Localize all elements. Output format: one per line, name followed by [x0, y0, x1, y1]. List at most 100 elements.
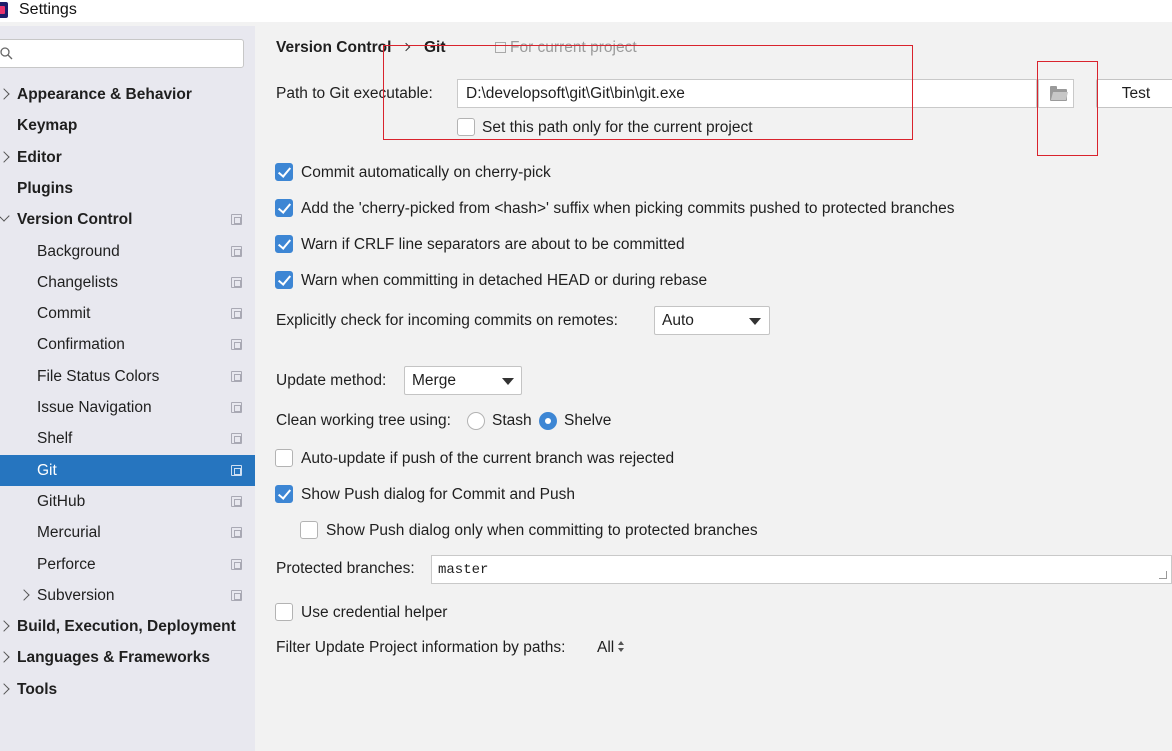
sidebar-item-plugins[interactable]: Plugins	[0, 173, 255, 204]
option-label: Warn if CRLF line separators are about t…	[301, 236, 685, 253]
sidebar-item-git[interactable]: Git	[0, 455, 255, 486]
shelve-radio[interactable]	[539, 412, 557, 430]
chevron-down-icon[interactable]	[0, 210, 10, 222]
breadcrumb-chevron-icon	[401, 42, 411, 52]
sidebar-item-keymap[interactable]: Keymap	[0, 110, 255, 141]
chevron-right-icon[interactable]	[0, 651, 10, 663]
option-checkbox[interactable]	[275, 271, 293, 289]
credential-helper-checkbox[interactable]	[275, 603, 293, 621]
sidebar-item-label: GitHub	[37, 493, 86, 510]
sidebar-item-label: Background	[37, 243, 120, 260]
sidebar-item-shelf[interactable]: Shelf	[0, 423, 255, 454]
project-scope-icon	[231, 371, 242, 382]
browse-button[interactable]	[1038, 79, 1074, 108]
project-scope-icon	[231, 527, 242, 538]
scope-label: For current project	[495, 39, 637, 57]
sidebar-item-label: Tools	[17, 681, 58, 698]
filter-paths-value: All	[597, 639, 615, 656]
auto-update-checkbox[interactable]	[275, 449, 293, 467]
sidebar-item-file-status-colors[interactable]: File Status Colors	[0, 361, 255, 392]
updown-icon	[617, 641, 625, 653]
sidebar-item-label: Confirmation	[37, 336, 125, 353]
option-label: Warn when committing in detached HEAD or…	[301, 272, 708, 289]
sidebar-item-changelists[interactable]: Changelists	[0, 267, 255, 298]
title-bar: Settings	[0, 0, 1172, 22]
breadcrumb-parent[interactable]: Version Control	[276, 39, 391, 57]
expand-icon[interactable]	[1159, 571, 1167, 579]
app-logo-icon	[0, 2, 8, 18]
scope-text: For current project	[510, 39, 637, 56]
sidebar-item-label: Build, Execution, Deployment	[17, 618, 236, 635]
chevron-right-icon[interactable]	[0, 88, 10, 100]
option-checkbox[interactable]	[275, 199, 293, 217]
sidebar-item-label: Keymap	[17, 117, 78, 134]
sidebar-item-label: Subversion	[37, 587, 115, 604]
sidebar-item-label: Editor	[17, 149, 62, 166]
sidebar-item-editor[interactable]: Editor	[0, 142, 255, 173]
project-scope-icon	[231, 559, 242, 570]
test-button[interactable]: Test	[1096, 79, 1172, 108]
option-label: Add the 'cherry-picked from <hash>' suff…	[301, 200, 955, 217]
project-scope-icon	[231, 277, 242, 288]
project-scope-icon	[231, 433, 242, 444]
path-only-current-checkbox[interactable]	[457, 118, 475, 136]
project-scope-icon	[231, 308, 242, 319]
sidebar-item-label: File Status Colors	[37, 368, 160, 385]
sidebar-item-label: Shelf	[37, 430, 73, 447]
show-push-label: Show Push dialog for Commit and Push	[301, 486, 575, 503]
sidebar-item-build-execution-deployment[interactable]: Build, Execution, Deployment	[0, 611, 255, 642]
stash-label: Stash	[492, 412, 532, 429]
chevron-right-icon[interactable]	[18, 589, 30, 601]
sidebar-item-subversion[interactable]: Subversion	[0, 580, 255, 611]
option-checkbox[interactable]	[275, 235, 293, 253]
sidebar-item-label: Languages & Frameworks	[17, 649, 210, 666]
sidebar-item-background[interactable]: Background	[0, 236, 255, 267]
protected-branches-value: master	[438, 562, 489, 578]
clean-tree-label: Clean working tree using:	[276, 412, 451, 429]
sidebar-item-issue-navigation[interactable]: Issue Navigation	[0, 392, 255, 423]
project-scope-icon	[495, 42, 506, 53]
auto-update-label: Auto-update if push of the current branc…	[301, 450, 675, 467]
sidebar-item-languages-frameworks[interactable]: Languages & Frameworks	[0, 642, 255, 673]
sidebar-item-appearance-behavior[interactable]: Appearance & Behavior	[0, 79, 255, 110]
protected-branches-label: Protected branches:	[276, 560, 415, 577]
update-method-label: Update method:	[276, 372, 387, 389]
git-path-input[interactable]: D:\developsoft\git\Git\bin\git.exe	[457, 79, 1037, 108]
incoming-commits-label: Explicitly check for incoming commits on…	[276, 312, 618, 329]
sidebar-item-label: Commit	[37, 305, 91, 322]
settings-sidebar: Appearance & Behavior Keymap Editor Plugins…	[0, 26, 255, 751]
sidebar-item-confirmation[interactable]: Confirmation	[0, 329, 255, 360]
protected-branches-input[interactable]: master	[431, 555, 1172, 584]
project-scope-icon	[231, 246, 242, 257]
sidebar-item-mercurial[interactable]: Mercurial	[0, 517, 255, 548]
git-path-label: Path to Git executable:	[276, 85, 433, 102]
sidebar-item-version-control[interactable]: Version Control	[0, 204, 255, 235]
show-push-protected-checkbox[interactable]	[300, 521, 318, 539]
settings-search-input[interactable]	[0, 39, 244, 68]
project-scope-icon	[231, 214, 242, 225]
sidebar-item-label: Mercurial	[37, 524, 101, 541]
show-push-checkbox[interactable]	[275, 485, 293, 503]
incoming-commits-select[interactable]: Auto	[654, 306, 770, 335]
chevron-right-icon[interactable]	[0, 151, 10, 163]
project-scope-icon	[231, 590, 242, 601]
sidebar-item-label: Appearance & Behavior	[17, 86, 192, 103]
project-scope-icon	[231, 496, 242, 507]
path-only-current-label: Set this path only for the current proje…	[482, 119, 753, 136]
folder-icon	[1050, 86, 1067, 101]
filter-paths-select[interactable]: All	[597, 639, 625, 657]
sidebar-item-label: Version Control	[17, 211, 133, 228]
update-method-select[interactable]: Merge	[404, 366, 522, 395]
incoming-commits-value: Auto	[662, 312, 694, 329]
git-settings-panel: Version Control Git For current project …	[255, 26, 1172, 751]
sidebar-item-perforce[interactable]: Perforce	[0, 549, 255, 580]
sidebar-item-commit[interactable]: Commit	[0, 298, 255, 329]
chevron-down-icon	[749, 318, 761, 325]
chevron-right-icon[interactable]	[0, 683, 10, 695]
chevron-right-icon[interactable]	[0, 620, 10, 632]
stash-radio[interactable]	[467, 412, 485, 430]
sidebar-item-github[interactable]: GitHub	[0, 486, 255, 517]
sidebar-item-label: Perforce	[37, 556, 96, 573]
sidebar-item-tools[interactable]: Tools	[0, 674, 255, 705]
option-checkbox[interactable]	[275, 163, 293, 181]
